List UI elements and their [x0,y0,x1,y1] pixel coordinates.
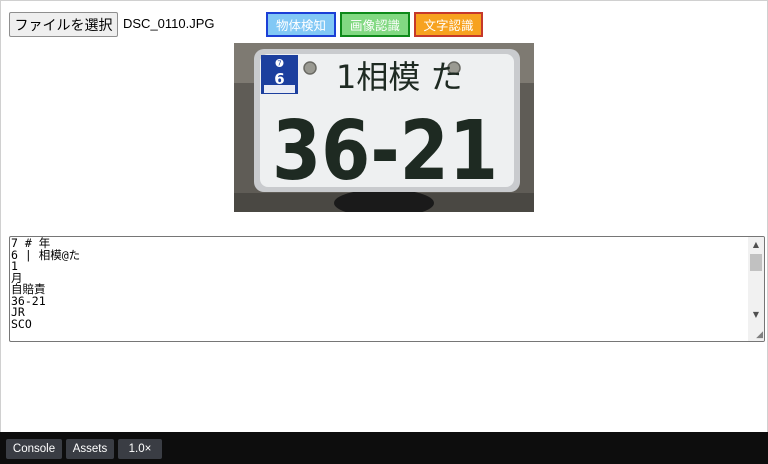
image-recognition-button[interactable]: 画像認識 [340,12,410,37]
selected-file-name: DSC_0110.JPG [123,16,215,31]
sticker-year: 7 [277,60,281,68]
zoom-button[interactable]: 1.0× [118,439,162,459]
text-recognition-button[interactable]: 文字認識 [414,12,483,37]
dev-toolbar: Console Assets 1.0× [0,432,768,464]
recognition-result-textarea[interactable]: 7 # 年 6 | 相模@た 1 月 自賠責 36-21 JR SCO ▲ ▼ … [9,236,765,342]
scroll-up-arrow-icon[interactable]: ▲ [748,237,764,253]
plate-number-text: 36-21 [272,104,498,199]
textarea-scrollbar[interactable]: ▲ ▼ [748,237,764,341]
uploaded-image-preview: 7 6 1相模 た 36-21 [234,43,534,212]
assets-button[interactable]: Assets [66,439,114,459]
choose-file-button[interactable]: ファイルを選択 [9,12,118,37]
scroll-thumb[interactable] [750,254,762,271]
recognition-result-text: 7 # 年 6 | 相模@た 1 月 自賠責 36-21 JR SCO [11,236,81,331]
console-button[interactable]: Console [6,439,62,459]
plate-region-text: 1相模 た [336,58,463,96]
resize-grip-icon[interactable]: ◢ [753,330,763,340]
license-plate-photo: 7 6 1相模 た 36-21 [234,43,534,212]
object-detection-button[interactable]: 物体検知 [266,12,336,37]
sticker-month: 6 [274,70,284,88]
scroll-down-arrow-icon[interactable]: ▼ [748,307,764,323]
